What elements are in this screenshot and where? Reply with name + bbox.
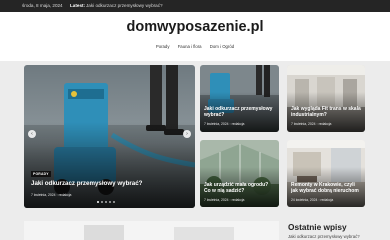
post-title[interactable]: Jak urządzić mała ogrodu? Co w nią sadzi… [204, 182, 276, 195]
post-author[interactable]: redakcja [321, 198, 334, 202]
post-meta: 7 kwietnia, 2024 ◦ redakcja [204, 122, 244, 126]
latest-label: Latest: [70, 3, 86, 8]
post-thumbnail-image [24, 221, 279, 240]
slider-pagination [97, 201, 117, 204]
post-author[interactable]: redakcja [232, 198, 245, 202]
post-tile[interactable]: Jaki odkurzacz przemysłowy wybrać? 7 kwi… [200, 65, 279, 132]
post-date: 7 kwietnia, 2024 [204, 122, 229, 126]
chevron-left-icon[interactable]: ‹ [28, 130, 36, 138]
post-tile[interactable]: Jak wygląda Fit trans w skala industrial… [287, 65, 365, 132]
main-nav: Porady Fauna i flora Dom i Ogród [0, 44, 390, 49]
slider-dot[interactable] [112, 201, 116, 204]
post-author[interactable]: redakcja [319, 122, 332, 126]
top-bar: środa, 8 maja, 2024 Latest: Jaki odkurza… [0, 0, 390, 12]
next-post-card[interactable] [24, 221, 279, 240]
slider-dot[interactable] [100, 201, 104, 204]
category-badge[interactable]: PORADY [31, 171, 51, 177]
post-date: 7 kwietnia, 2024 [204, 198, 229, 202]
post-date: 24 kwietnia, 2024 [291, 198, 318, 202]
slider-meta: 7 kwietnia, 2024 ◦ redakcja [31, 193, 71, 197]
post-tile[interactable]: Jak urządzić mała ogrodu? Co w nią sadzi… [200, 140, 279, 207]
post-title[interactable]: Jak wygląda Fit trans w skala industrial… [291, 106, 363, 119]
site-header: domwyposazenie.pl Porady Fauna i flora D… [0, 12, 390, 61]
post-meta: 24 kwietnia, 2024 ◦ redakcja [291, 198, 333, 202]
slider-author[interactable]: redakcja [59, 193, 72, 197]
latest-post-link[interactable]: Jaki odkurzacz przemysłowy wybrać? [86, 3, 163, 8]
site-title[interactable]: domwyposazenie.pl [0, 19, 390, 35]
current-date: środa, 8 maja, 2024 [22, 3, 63, 8]
post-title[interactable]: Remonty w Krakowie, czyli jak wybrać dob… [291, 182, 363, 195]
slider-dot[interactable] [108, 201, 112, 204]
slider-dot[interactable] [97, 201, 100, 204]
featured-slider[interactable]: PORADY Jaki odkurzacz przemysłowy wybrać… [24, 65, 195, 208]
nav-item-fauna-i-flora[interactable]: Fauna i flora [178, 44, 202, 49]
nav-item-porady[interactable]: Porady [156, 44, 170, 49]
sidebar-title: Ostatnie wpisy [288, 222, 347, 232]
post-meta: 7 kwietnia, 2024 ◦ redakcja [291, 122, 331, 126]
slider-date: 7 kwietnia, 2024 [31, 193, 56, 197]
post-date: 7 kwietnia, 2024 [291, 122, 316, 126]
nav-item-dom-i-ogrod[interactable]: Dom i Ogród [210, 44, 234, 49]
slider-title[interactable]: Jaki odkurzacz przemysłowy wybrać? [31, 180, 191, 187]
chevron-right-icon[interactable]: › [183, 130, 191, 138]
post-meta: 7 kwietnia, 2024 ◦ redakcja [204, 198, 244, 202]
post-author[interactable]: redakcja [232, 122, 245, 126]
slider-dot[interactable] [104, 201, 108, 204]
post-title[interactable]: Jaki odkurzacz przemysłowy wybrać? [204, 106, 276, 119]
post-tile[interactable]: Remonty w Krakowie, czyli jak wybrać dob… [287, 140, 365, 207]
sidebar-post-link[interactable]: Jaki odkurzacz przemysłowy wybrać? [288, 234, 360, 239]
